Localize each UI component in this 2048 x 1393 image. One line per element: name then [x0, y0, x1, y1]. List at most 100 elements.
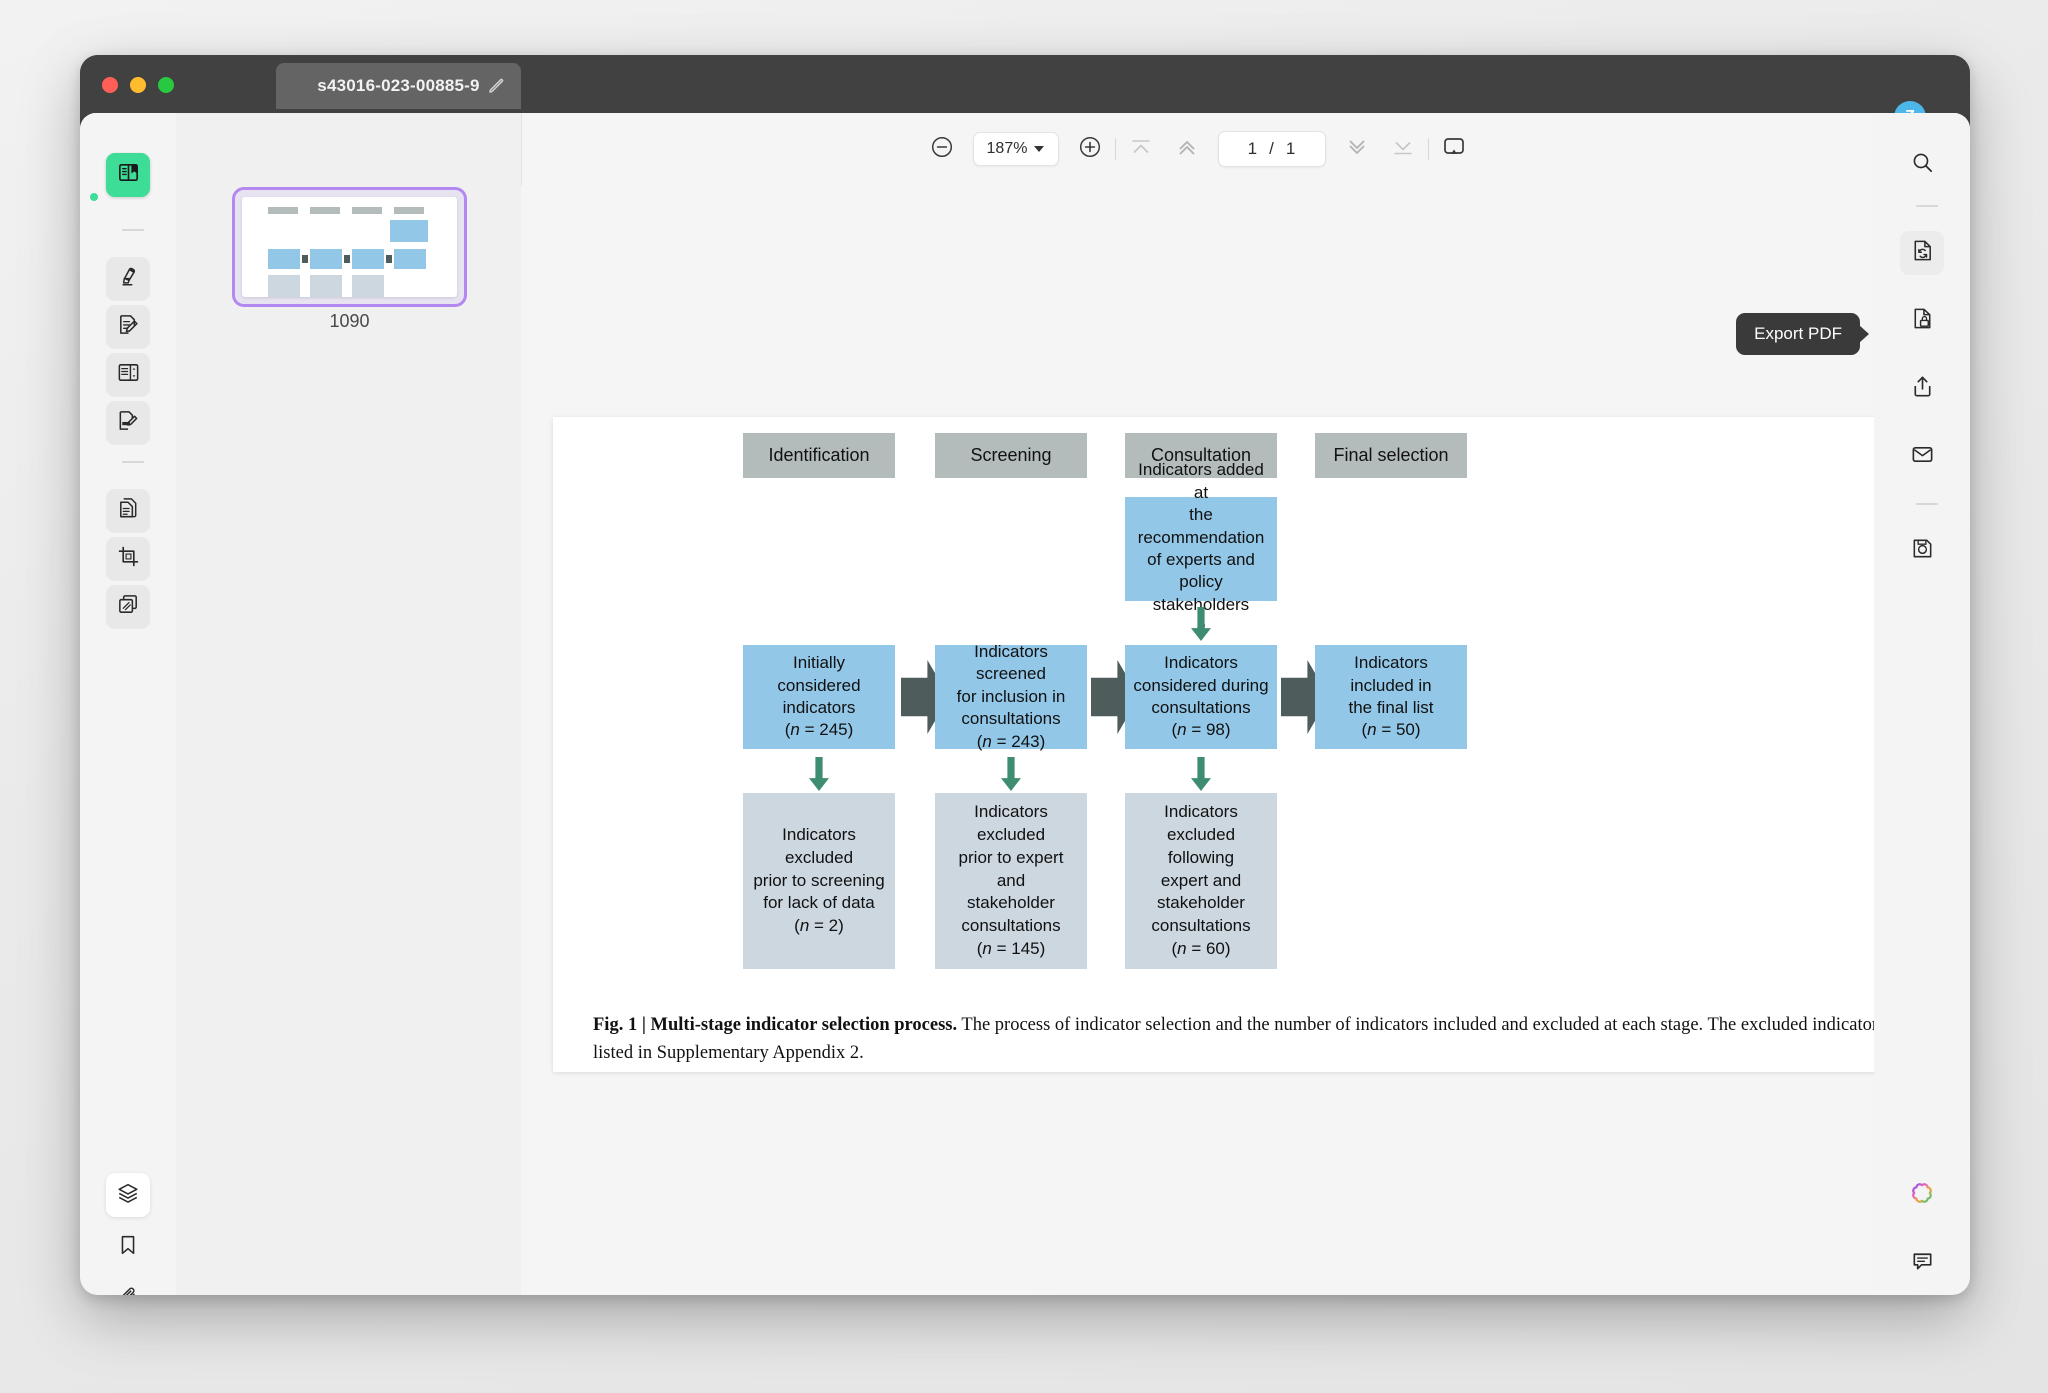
sidebar-item-ai-assistant[interactable]	[1900, 1173, 1944, 1217]
app-content: 1090 187%	[80, 113, 1970, 1295]
sidebar-item-bookmarks-panel[interactable]	[106, 1225, 150, 1269]
document-lock-icon	[1910, 306, 1935, 336]
previous-page-button[interactable]	[1172, 134, 1202, 164]
sidebar-item-protect-document[interactable]	[1900, 299, 1944, 343]
sidebar-item-crop-page[interactable]	[106, 537, 150, 581]
sidebar-item-export-pdf[interactable]	[1900, 231, 1944, 275]
sidebar-item-save-as[interactable]	[1900, 529, 1944, 573]
box-line: Initially	[793, 652, 845, 674]
next-page-icon	[1344, 134, 1370, 165]
right-rail-divider-1	[1916, 205, 1938, 207]
box-count: (n = 2)	[794, 915, 844, 938]
sidebar-item-share[interactable]	[1900, 367, 1944, 411]
box-line: consultations	[961, 708, 1060, 730]
presentation-mode-button[interactable]	[1439, 134, 1469, 164]
sidebar-item-comments[interactable]	[1900, 1241, 1944, 1285]
zoom-in-button[interactable]	[1075, 134, 1105, 164]
box-line: excluded	[1167, 824, 1235, 847]
box-line: Indicators added at	[1131, 459, 1271, 504]
arrow-exclusion-2	[1001, 757, 1021, 791]
last-page-button[interactable]	[1388, 134, 1418, 164]
box-line: stakeholder	[967, 892, 1055, 915]
box-line: included in	[1350, 675, 1431, 697]
sidebar-item-split-view[interactable]	[106, 353, 150, 397]
comment-bubble-icon	[1910, 1248, 1935, 1278]
box-line: the recommendation	[1131, 504, 1271, 549]
box-excluded-prior-screening: Indicators excluded prior to screening f…	[743, 793, 895, 969]
sidebar-item-search[interactable]	[1900, 143, 1944, 187]
sidebar-item-highlighter[interactable]	[106, 257, 150, 301]
box-line: for lack of data	[763, 892, 875, 915]
chevron-down-icon	[1034, 146, 1044, 152]
box-line: Indicators screened	[941, 641, 1081, 686]
box-line: Indicators	[1164, 801, 1238, 824]
bookmark-icon	[116, 1233, 140, 1262]
box-count: (n = 98)	[1171, 719, 1230, 741]
page-navigation-controls: 1 / 1	[1126, 131, 1418, 167]
thumbnail-mini-figure	[242, 197, 457, 297]
sidebar-item-signature[interactable]	[106, 401, 150, 445]
box-line: consultations	[961, 915, 1060, 938]
sidebar-item-organize-pages[interactable]	[106, 585, 150, 629]
sidebar-item-reader-mode[interactable]	[106, 153, 150, 197]
arrow-exclusion-1	[809, 757, 829, 791]
close-window-button[interactable]	[102, 77, 118, 93]
left-toolbar	[80, 113, 176, 1295]
previous-page-icon	[1174, 134, 1200, 165]
box-line: considered during	[1133, 675, 1268, 697]
box-line: following	[1168, 847, 1234, 870]
box-line: consultations	[1151, 697, 1250, 719]
pdf-page: Identification Screening Consultation Fi…	[553, 417, 1874, 1072]
page-number-input[interactable]: 1 / 1	[1218, 131, 1326, 167]
convert-pdf-icon	[1910, 238, 1935, 268]
arrow-exclusion-3	[1191, 757, 1211, 791]
page-organize-icon	[116, 592, 141, 622]
next-page-button[interactable]	[1342, 134, 1372, 164]
document-canvas[interactable]: Identification Screening Consultation Fi…	[521, 185, 1874, 1295]
box-line: the final list	[1348, 697, 1433, 719]
maximize-window-button[interactable]	[158, 77, 174, 93]
figure-flowchart: Identification Screening Consultation Fi…	[553, 417, 1874, 1072]
thumbnail-panel: 1090	[176, 113, 522, 1295]
document-toolbar: 187%	[521, 113, 1874, 185]
zoom-in-icon	[1077, 134, 1103, 165]
sidebar-item-thumbnails-panel[interactable]	[106, 1173, 150, 1217]
box-final-list: Indicators included in the final list (n…	[1315, 645, 1467, 749]
document-tab-title: s43016-023-00885-9	[317, 76, 479, 96]
caption-figure-number: Fig. 1	[593, 1015, 637, 1035]
page-separator: /	[1269, 139, 1274, 159]
sidebar-item-extract-pages[interactable]	[106, 489, 150, 533]
current-page-value: 1	[1248, 139, 1257, 159]
box-screened-for-inclusion: Indicators screened for inclusion in con…	[935, 645, 1087, 749]
sidebar-item-attachments-panel[interactable]	[106, 1277, 150, 1295]
presentation-mode-icon	[1441, 134, 1467, 165]
window-controls	[102, 77, 174, 93]
zoom-out-icon	[929, 134, 955, 165]
document-tab[interactable]: s43016-023-00885-9	[276, 63, 521, 109]
box-count: (n = 243)	[977, 731, 1046, 753]
first-page-icon	[1128, 134, 1154, 165]
rail-divider-1	[122, 229, 144, 231]
stage-header-label: Screening	[970, 445, 1051, 466]
zoom-out-button[interactable]	[927, 134, 957, 164]
rename-pencil-icon[interactable]	[487, 77, 505, 95]
thumbnail-item[interactable]	[242, 197, 457, 297]
figure-caption: Fig. 1 | Multi-stage indicator selection…	[593, 1012, 1874, 1068]
first-page-button[interactable]	[1126, 134, 1156, 164]
minimize-window-button[interactable]	[130, 77, 146, 93]
sidebar-item-annotate[interactable]	[106, 305, 150, 349]
box-indicators-added: Indicators added at the recommendation o…	[1125, 497, 1277, 601]
box-count: (n = 50)	[1361, 719, 1420, 741]
stage-header-3: Final selection	[1315, 433, 1467, 478]
sidebar-item-email[interactable]	[1900, 435, 1944, 479]
zoom-level-select[interactable]: 187%	[973, 132, 1059, 166]
box-line: expert and	[1161, 870, 1241, 893]
box-excluded-following-consultations: Indicators excluded following expert and…	[1125, 793, 1277, 969]
stage-header-1: Screening	[935, 433, 1087, 478]
zoom-controls: 187%	[927, 132, 1105, 166]
box-line: Indicators	[1354, 652, 1428, 674]
box-line: of experts and policy	[1131, 549, 1271, 594]
box-line: Indicators excluded	[943, 801, 1079, 847]
thumbnail-page-label: 1090	[176, 311, 523, 332]
box-line: Indicators	[1164, 652, 1238, 674]
